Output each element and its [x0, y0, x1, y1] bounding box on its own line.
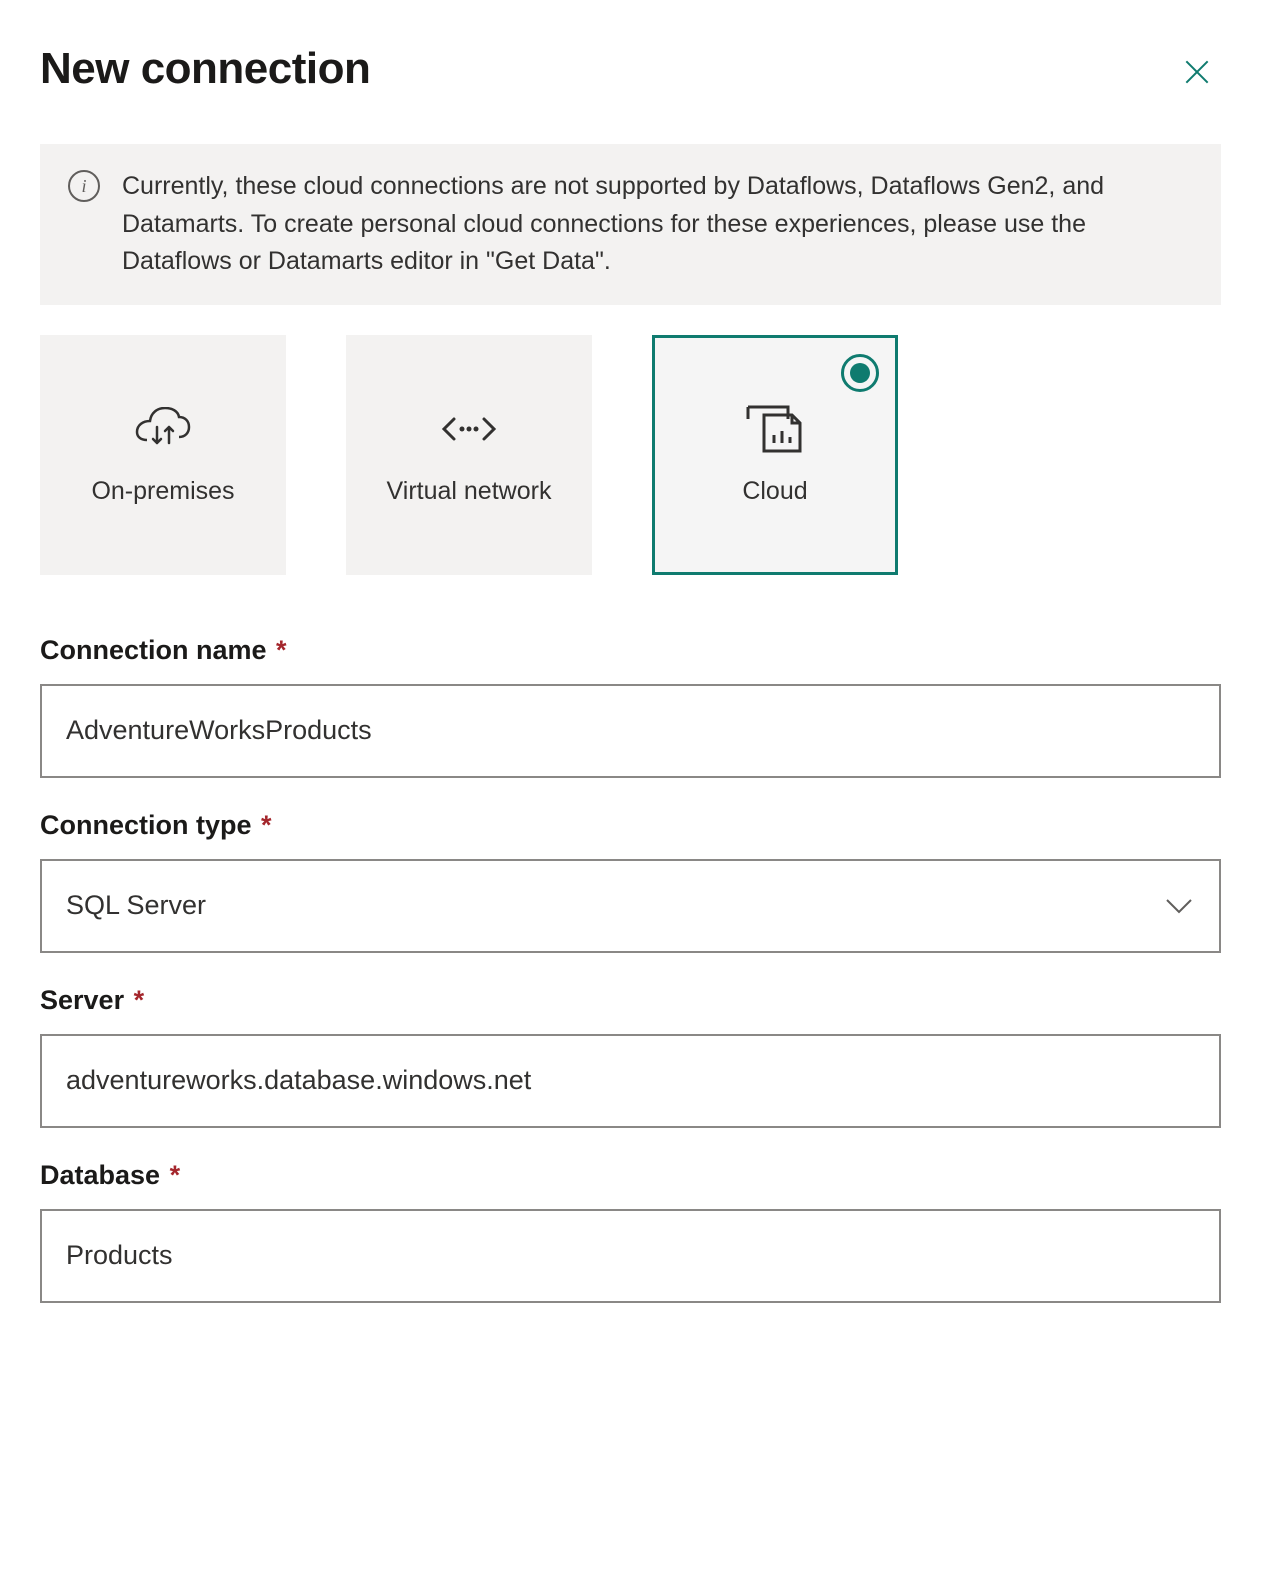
required-mark: * — [134, 985, 145, 1015]
card-virtual-network[interactable]: Virtual network — [346, 335, 592, 575]
page-title: New connection — [40, 44, 370, 94]
required-mark: * — [170, 1160, 181, 1190]
connection-name-input[interactable] — [40, 684, 1221, 778]
close-icon — [1181, 56, 1213, 88]
connection-name-label: Connection name * — [40, 635, 1221, 666]
card-on-premises[interactable]: On-premises — [40, 335, 286, 575]
network-icon — [440, 401, 498, 457]
close-button[interactable] — [1173, 48, 1221, 96]
selected-indicator-icon — [841, 354, 879, 392]
server-label: Server * — [40, 985, 1221, 1016]
required-mark: * — [261, 810, 272, 840]
server-input[interactable] — [40, 1034, 1221, 1128]
required-mark: * — [276, 635, 287, 665]
card-cloud[interactable]: Cloud — [652, 335, 898, 575]
database-input[interactable] — [40, 1209, 1221, 1303]
info-icon: i — [68, 170, 100, 202]
connection-type-cards: On-premises Virtual network — [40, 335, 1221, 575]
info-text: Currently, these cloud connections are n… — [122, 168, 1193, 281]
card-label: Cloud — [742, 475, 807, 509]
connection-type-select[interactable]: SQL Server — [40, 859, 1221, 953]
card-label: On-premises — [91, 475, 234, 509]
info-banner: i Currently, these cloud connections are… — [40, 144, 1221, 305]
connection-type-label: Connection type * — [40, 810, 1221, 841]
database-label: Database * — [40, 1160, 1221, 1191]
cloud-sync-icon — [133, 401, 193, 457]
card-label: Virtual network — [387, 475, 552, 509]
document-chart-icon — [744, 401, 806, 457]
